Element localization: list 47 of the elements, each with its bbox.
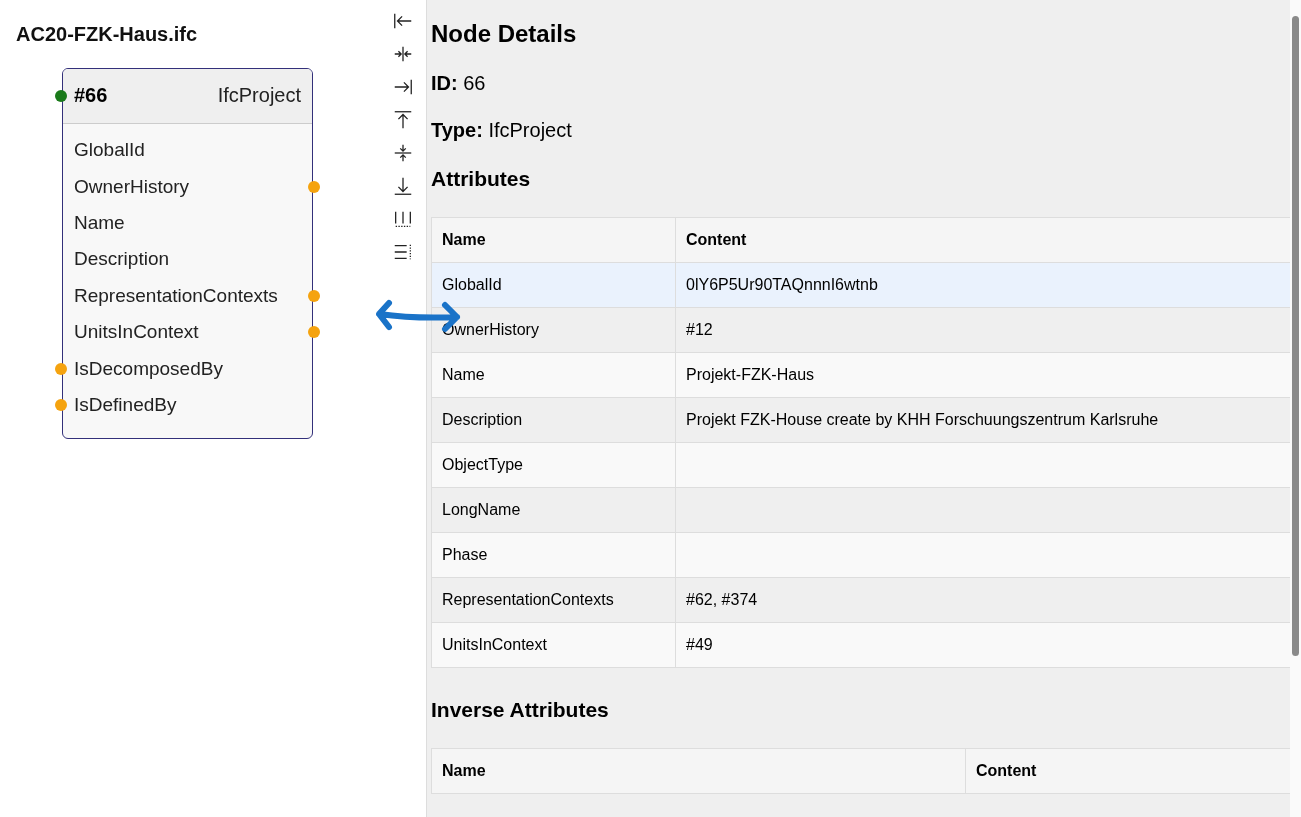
column-header: Name xyxy=(431,217,676,263)
file-title: AC20-FZK-Haus.ifc xyxy=(16,23,198,46)
attribute-name: Name xyxy=(74,211,125,234)
node-id: #66 xyxy=(74,84,108,107)
node-type-line: Type: IfcProject xyxy=(431,119,573,142)
table-cell: #62, #374 xyxy=(675,577,1290,623)
column-header: Content xyxy=(675,217,1290,263)
table-cell: Phase xyxy=(431,532,676,578)
node-id-line: ID: 66 xyxy=(431,72,487,95)
node-type: IfcProject xyxy=(217,84,301,107)
attribute-name: IsDefinedBy xyxy=(74,393,177,416)
table-cell: #49 xyxy=(675,622,1290,668)
table-cell: Projekt-FZK-Haus xyxy=(675,352,1290,398)
table-row[interactable]: Name Projekt-FZK-Haus xyxy=(431,352,1290,398)
input-port[interactable] xyxy=(55,362,67,375)
table-cell: ObjectType xyxy=(431,442,676,488)
scrollbar-thumb[interactable] xyxy=(1292,16,1299,656)
table-row[interactable]: OwnerHistory #12 xyxy=(431,307,1290,353)
section-title: Attributes xyxy=(431,167,532,191)
node-card[interactable] xyxy=(62,68,313,439)
table-cell: RepresentationContexts xyxy=(431,577,676,623)
table-cell: LongName xyxy=(431,487,676,533)
table-cell: Description xyxy=(431,397,676,443)
table-cell: Name xyxy=(431,352,676,398)
input-port[interactable] xyxy=(55,398,67,411)
attribute-name: IsDecomposedBy xyxy=(74,357,223,380)
table-cell: Projekt FZK-House create by KHH Forschuungszentrum Karlsruhe xyxy=(675,397,1290,443)
table-row[interactable]: UnitsInContext #49 xyxy=(431,622,1290,668)
attribute-name: UnitsInContext xyxy=(74,321,199,344)
table-cell: GlobalId xyxy=(431,262,676,308)
column-header: Content xyxy=(965,748,1290,794)
table-row[interactable]: Description Projekt FZK-House create by KHH Forschuungszentrum Karlsruhe xyxy=(431,397,1290,443)
attribute-name: RepresentationContexts xyxy=(74,284,278,307)
attribute-name: GlobalId xyxy=(74,139,145,162)
section-title: Inverse Attributes xyxy=(431,698,610,722)
column-header: Name xyxy=(431,748,966,794)
table-cell: UnitsInContext xyxy=(431,622,676,668)
input-port[interactable] xyxy=(55,89,67,102)
table-row[interactable]: RepresentationContexts #62, #374 xyxy=(431,577,1290,623)
table-cell: OwnerHistory xyxy=(431,307,676,353)
table-cell: 0lY6P5Ur90TAQnnnI6wtnb xyxy=(675,262,1290,308)
scrollbar[interactable] xyxy=(1290,0,1301,817)
table-row[interactable]: GlobalId 0lY6P5Ur90TAQnnnI6wtnb xyxy=(431,262,1290,308)
panel-title: Node Details xyxy=(431,20,578,48)
attribute-name: Description xyxy=(74,248,170,271)
table-cell: #12 xyxy=(675,307,1290,353)
attribute-name: OwnerHistory xyxy=(74,175,190,198)
